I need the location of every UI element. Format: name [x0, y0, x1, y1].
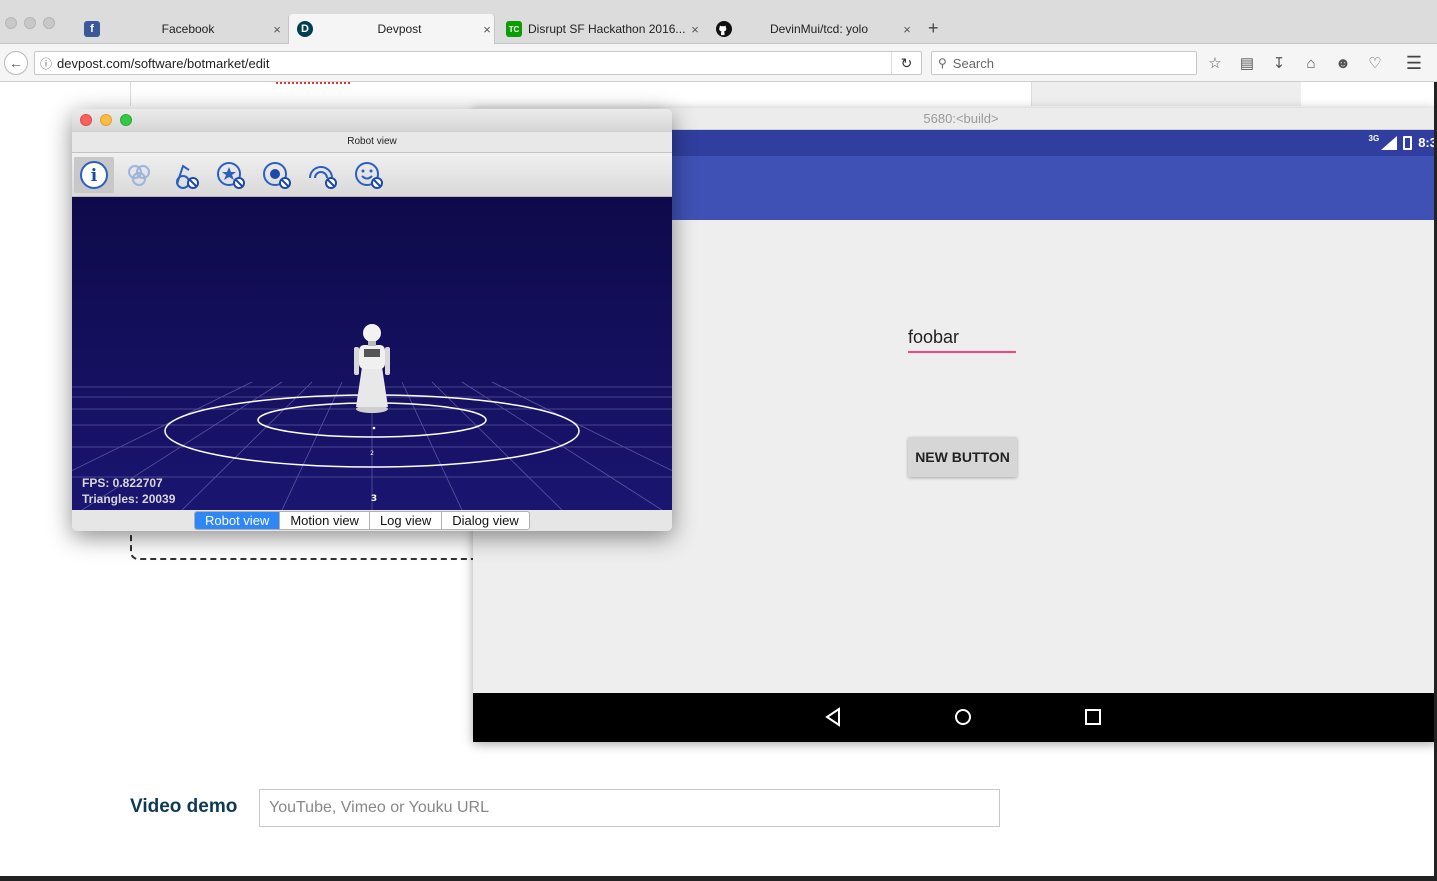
- search-icon: ⚲: [938, 56, 947, 70]
- tab-title: Facebook: [161, 22, 215, 36]
- browser-tab-bar: f Facebook × D Devpost × TC Disrupt SF H…: [0, 0, 1437, 44]
- tab-title: DevinMui/tcd: yolo: [769, 22, 869, 36]
- tab-disrupt[interactable]: TC Disrupt SF Hackathon 2016... ×: [506, 14, 702, 44]
- robot-view-titlebar: [72, 109, 672, 131]
- search-placeholder: Search: [952, 55, 994, 71]
- window-close-button[interactable]: [5, 17, 17, 29]
- reading-list-icon[interactable]: ▤: [1236, 53, 1258, 73]
- video-demo-label: Video demo: [130, 796, 238, 817]
- new-tab-button[interactable]: +: [928, 18, 939, 39]
- robot-arm-button[interactable]: [165, 157, 205, 193]
- tab-github[interactable]: DevinMui/tcd: yolo ×: [716, 14, 914, 44]
- bookmark-star-icon[interactable]: ☆: [1204, 53, 1226, 73]
- network-type: 3G: [1368, 134, 1380, 143]
- close-icon[interactable]: ×: [270, 22, 284, 37]
- robot-view-toolbar: i: [72, 153, 672, 197]
- close-icon[interactable]: ×: [900, 22, 914, 37]
- window-minimize-button[interactable]: [24, 17, 36, 29]
- recents-square-icon[interactable]: [1081, 705, 1105, 729]
- robot-scene: 2 3: [72, 324, 672, 510]
- info-icon: i: [80, 161, 108, 189]
- spellcheck-underline: [276, 82, 350, 84]
- back-button[interactable]: ←: [4, 51, 28, 75]
- pocket-icon[interactable]: ♡: [1364, 53, 1386, 73]
- svg-text:i: i: [91, 166, 98, 186]
- tab-robot-view[interactable]: Robot view: [195, 512, 281, 529]
- awareness-button[interactable]: [303, 157, 343, 193]
- close-icon[interactable]: ×: [688, 22, 702, 37]
- screen-bottom-edge: [0, 876, 1437, 881]
- info-button[interactable]: i: [74, 157, 114, 193]
- url-bar[interactable]: ⓘ devpost.com/software/botmarket/edit ↻: [34, 51, 922, 75]
- url-text: devpost.com/software/botmarket/edit: [57, 55, 270, 71]
- render-stats: FPS: 0.822707 Triangles: 20039: [82, 475, 175, 507]
- svg-text:3: 3: [371, 494, 377, 504]
- robot-arm-disabled-icon: [176, 164, 199, 189]
- android-nav-bar: [473, 693, 1437, 742]
- info-icon[interactable]: ⓘ: [35, 55, 57, 72]
- motors-button[interactable]: [211, 157, 251, 193]
- search-input[interactable]: ⚲ Search: [931, 51, 1197, 75]
- foobar-edit-text[interactable]: foobar: [908, 327, 1016, 353]
- robot-3d-viewport[interactable]: 2 3 FPS: 0.822707 Triangles: 20039: [72, 197, 672, 510]
- new-button[interactable]: NEW BUTTON: [908, 437, 1017, 477]
- close-window-button[interactable]: [80, 114, 92, 126]
- emotion-disabled-icon: [355, 162, 383, 189]
- home-icon[interactable]: ⌂: [1300, 53, 1322, 73]
- emulator-title: 5680:<build>: [923, 111, 999, 126]
- robot-view-window: Robot view i 2 3 FPS: 0.822707 Triangles…: [72, 109, 672, 531]
- tab-facebook[interactable]: f Facebook ×: [84, 14, 284, 44]
- robot-view-tabs: Robot view Motion view Log view Dialog v…: [72, 510, 672, 531]
- awareness-disabled-icon: [309, 166, 337, 189]
- autonomous-life-button[interactable]: [119, 157, 159, 193]
- browser-toolbar-icons: ☆ ▤ ↧ ⌂ ☻ ♡: [1204, 53, 1386, 73]
- smiley-icon[interactable]: ☻: [1332, 53, 1354, 73]
- tab-title: Disrupt SF Hackathon 2016...: [528, 22, 686, 36]
- motors-disabled-icon: [217, 162, 245, 189]
- github-icon: [716, 21, 732, 37]
- fps-text: FPS: 0.822707: [82, 476, 163, 490]
- back-triangle-icon[interactable]: [821, 705, 845, 729]
- autonomous-life-icon: [128, 165, 150, 186]
- home-circle-icon[interactable]: [951, 705, 975, 729]
- browser-nav-bar: ← ⓘ devpost.com/software/botmarket/edit …: [0, 44, 1437, 82]
- zoom-window-button[interactable]: [120, 114, 132, 126]
- devpost-icon: D: [297, 21, 313, 37]
- page-gray-block: [1031, 82, 1301, 106]
- page-top-strip: [130, 82, 1301, 106]
- tab-motion-view[interactable]: Motion view: [280, 512, 370, 529]
- download-icon[interactable]: ↧: [1268, 53, 1290, 73]
- svg-text:2: 2: [370, 450, 374, 457]
- signal-icon: [1381, 135, 1398, 150]
- arrow-left-icon: ←: [9, 55, 23, 71]
- triangles-text: Triangles: 20039: [82, 492, 176, 506]
- facebook-icon: f: [84, 21, 100, 37]
- reload-button[interactable]: ↻: [891, 52, 921, 74]
- tab-dialog-view[interactable]: Dialog view: [442, 512, 528, 529]
- tab-devpost[interactable]: D Devpost ×: [288, 14, 495, 44]
- tab-log-view[interactable]: Log view: [370, 512, 443, 529]
- video-url-input[interactable]: YouTube, Vimeo or Youku URL: [259, 789, 1000, 827]
- settings-button[interactable]: [257, 157, 297, 193]
- pepper-robot: [354, 324, 390, 413]
- robot-view-title: Robot view: [72, 131, 672, 153]
- window-zoom-button[interactable]: [43, 17, 55, 29]
- tab-title: Devpost: [377, 22, 422, 36]
- close-icon[interactable]: ×: [480, 22, 494, 37]
- techcrunch-icon: TC: [506, 21, 522, 37]
- reload-icon: ↻: [900, 54, 913, 71]
- battery-icon: [1403, 135, 1413, 150]
- minimize-window-button[interactable]: [100, 114, 112, 126]
- hamburger-menu-icon[interactable]: ☰: [1403, 53, 1425, 73]
- settings-disabled-icon: [263, 162, 291, 189]
- emotion-button[interactable]: [349, 157, 389, 193]
